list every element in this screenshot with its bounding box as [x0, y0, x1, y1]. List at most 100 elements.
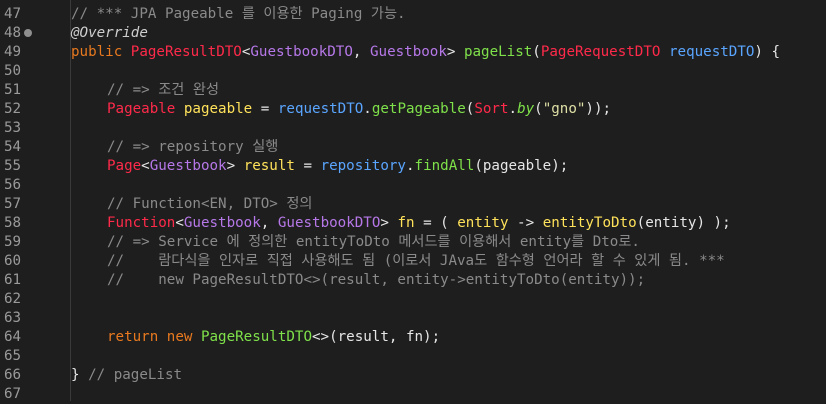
line-number: 53 — [4, 120, 22, 136]
line-number: 61 — [4, 272, 22, 288]
line-code: // => 조건 완성 — [107, 81, 219, 100]
line-code: public PageResultDTO<GuestbookDTO, Guest… — [71, 43, 780, 62]
token-fn: getPageable — [371, 101, 466, 117]
token-plain: < — [175, 215, 184, 231]
line-code: return new PageResultDTO<>(result, fn); — [107, 328, 440, 347]
token-fn: pageList — [463, 44, 533, 60]
token-comment: // 람다식을 인자로 직접 사용해도 됨 (이로서 JAva도 함수형 언어라… — [107, 253, 725, 269]
token-type: Pageable — [107, 101, 176, 117]
code-line[interactable]: 65 — [0, 347, 826, 366]
token-plain: )); — [585, 101, 612, 117]
line-code: // => Service 에 정의한 entityToDto 메서드를 이용해… — [107, 233, 640, 252]
token-plain: -> — [508, 215, 543, 231]
code-line[interactable]: 56 — [0, 176, 826, 195]
token-plain: = — [294, 158, 321, 174]
code-line[interactable]: 51 // => 조건 완성 — [0, 81, 826, 100]
token-plain: = ( — [414, 215, 458, 231]
line-number: 64 — [4, 329, 22, 345]
token-type: Sort — [474, 101, 509, 117]
token-comment: // => 조건 완성 — [107, 82, 220, 98]
line-number: 50 — [4, 63, 22, 79]
token-comment: // pageList — [88, 367, 183, 383]
line-number: 67 — [4, 386, 22, 402]
token-plain: . — [363, 101, 372, 117]
token-annot: @Override — [71, 25, 148, 41]
line-number: 58 — [4, 215, 22, 231]
token-var: entity — [457, 215, 509, 231]
token-gen: Guestbook — [149, 158, 227, 174]
line-number: 66 — [4, 367, 22, 383]
token-str: "gno" — [542, 101, 586, 117]
line-code: } // pageList — [71, 366, 182, 385]
token-comment: // *** JPA Pageable 를 이용한 Paging 가능. — [71, 6, 406, 22]
line-code: Function<Guestbook, GuestbookDTO> fn = (… — [107, 214, 731, 233]
token-plain: ( — [534, 101, 543, 117]
line-code: // => repository 실행 — [107, 138, 278, 157]
token-type: Function — [107, 215, 176, 231]
code-line[interactable]: 66} // pageList — [0, 366, 826, 385]
line-number: 62 — [4, 291, 22, 307]
code-line[interactable]: 53 — [0, 119, 826, 138]
token-plain: < — [141, 158, 150, 174]
code-line[interactable]: 62 — [0, 290, 826, 309]
token-comment: // new PageResultDTO<>(result, entity->e… — [107, 272, 646, 288]
line-number: 56 — [4, 177, 22, 193]
line-number: 57 — [4, 196, 22, 212]
code-line[interactable]: 50 — [0, 62, 826, 81]
code-line[interactable]: 54 // => repository 실행 — [0, 138, 826, 157]
token-comment: // => Service 에 정의한 entityToDto 메서드를 이용해… — [107, 234, 640, 250]
token-var: fn — [397, 215, 415, 231]
code-line[interactable]: 58 Function<Guestbook, GuestbookDTO> fn =… — [0, 214, 826, 233]
token-plain: (pageable); — [474, 158, 569, 174]
code-line[interactable]: 47 // *** JPA Pageable 를 이용한 Paging 가능. — [0, 5, 826, 24]
code-editor[interactable]: 47 // *** JPA Pageable 를 이용한 Paging 가능. 48… — [0, 0, 826, 404]
line-number: 49 — [4, 44, 22, 60]
token-plain: . — [508, 101, 518, 117]
token-plain: > — [226, 158, 244, 174]
token-plain: > — [380, 215, 398, 231]
code-line[interactable]: 48 @Override — [0, 24, 826, 43]
override-marker-icon[interactable] — [24, 29, 32, 37]
token-ital: by — [517, 101, 535, 117]
token-plain: } — [71, 367, 89, 383]
token-plain: ) { — [754, 44, 781, 60]
line-code: // 람다식을 인자로 직접 사용해도 됨 (이로서 JAva도 함수형 언어라… — [107, 252, 725, 271]
code-line[interactable]: 49 public PageResultDTO<GuestbookDTO, Gue… — [0, 43, 826, 62]
line-number: 52 — [4, 101, 22, 117]
code-line[interactable]: 59 // => Service 에 정의한 entityToDto 메서드를 이… — [0, 233, 826, 252]
line-code: @Override — [71, 24, 148, 43]
line-number: 60 — [4, 253, 22, 269]
line-number: 51 — [4, 82, 22, 98]
token-param: requestDTO — [668, 44, 755, 60]
token-kw: public — [71, 44, 131, 60]
token-plain: (entity) ); — [636, 215, 731, 231]
line-number: 63 — [4, 310, 22, 326]
code-line[interactable]: 61 // new PageResultDTO<>(result, entity-… — [0, 271, 826, 290]
token-param: requestDTO — [277, 101, 364, 117]
token-gen: GuestbookDTO — [250, 44, 353, 60]
token-gen: Guestbook — [183, 215, 261, 231]
token-type: PageResultDTO — [130, 44, 242, 60]
code-line[interactable]: 57 // Function<EN, DTO> 정의 — [0, 195, 826, 214]
token-kw: return — [107, 329, 167, 345]
token-plain: . — [405, 158, 415, 174]
line-number: 65 — [4, 348, 22, 364]
code-line[interactable]: 63 — [0, 309, 826, 328]
line-number: 55 — [4, 158, 22, 174]
code-line[interactable]: 60 // 람다식을 인자로 직접 사용해도 됨 (이로서 JAva도 함수형 언… — [0, 252, 826, 271]
token-gen: GuestbookDTO — [277, 215, 381, 231]
code-line[interactable]: 52 Pageable pageable = requestDTO.getPage… — [0, 100, 826, 119]
line-number: 47 — [4, 6, 22, 22]
code-line[interactable]: 64 return new PageResultDTO<>(result, fn)… — [0, 328, 826, 347]
token-plain: = — [252, 101, 278, 117]
code-line[interactable]: 67 — [0, 385, 826, 404]
token-comment: // => repository 실행 — [107, 139, 279, 155]
line-code: // new PageResultDTO<>(result, entity->e… — [107, 271, 645, 290]
token-plain: ( — [532, 44, 541, 60]
code-line[interactable]: 55 Page<Guestbook> result = repository.fi… — [0, 157, 826, 176]
line-code: // Function<EN, DTO> 정의 — [107, 195, 312, 214]
token-plain: , — [260, 215, 278, 231]
line-number: 54 — [4, 139, 22, 155]
line-code: // *** JPA Pageable 를 이용한 Paging 가능. — [71, 5, 406, 24]
